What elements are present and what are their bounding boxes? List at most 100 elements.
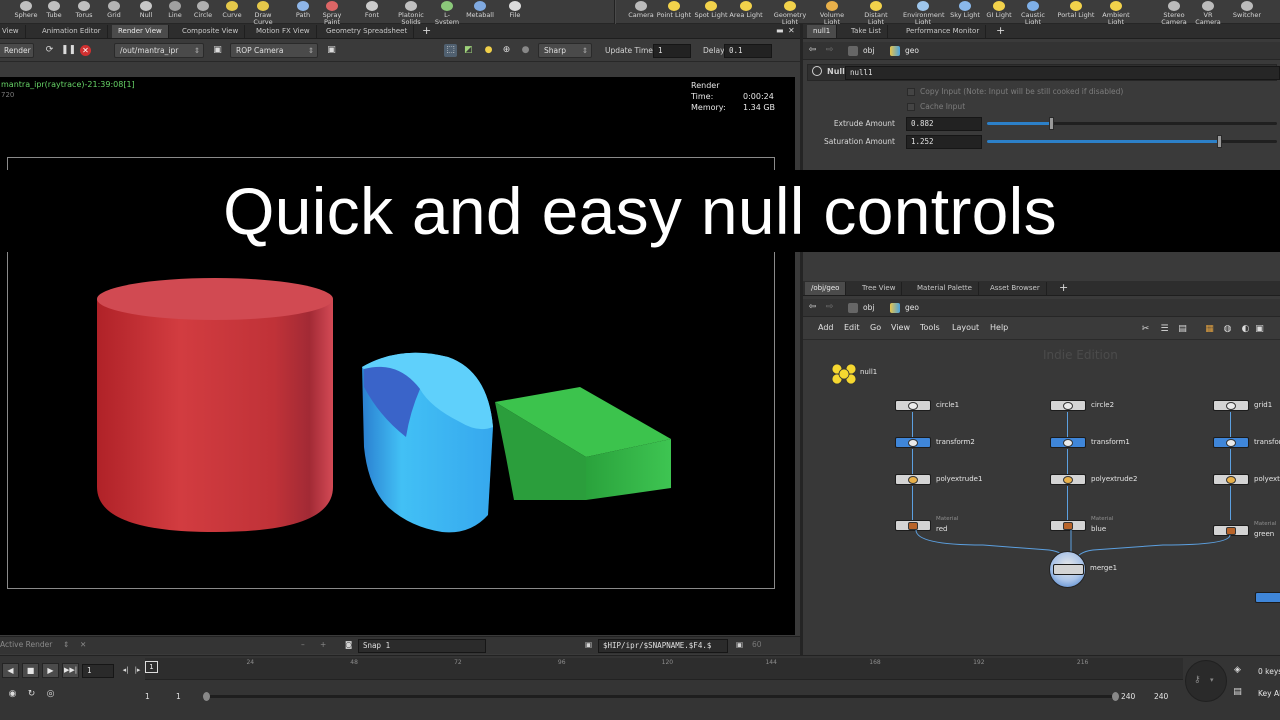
tools-icon[interactable]: ✂ [1139, 323, 1152, 336]
range-end-field[interactable]: 240 [1154, 690, 1168, 703]
stop-icon[interactable]: ■ [22, 663, 39, 678]
cache-input-checkbox[interactable] [907, 103, 915, 111]
refresh-icon[interactable]: ⟳ [43, 44, 56, 57]
render-viewport[interactable]: mantra_ipr(raytrace)-21:39:08[1] 720 Ren… [0, 77, 795, 635]
shelf-tool-caustic-light[interactable]: Caustic Light [1013, 0, 1053, 26]
shelf-tool-volume-light[interactable]: Volume Light [812, 0, 852, 26]
breadcrumb-geo[interactable]: geo [887, 301, 923, 315]
pick-camera-icon[interactable]: ▣ [325, 44, 338, 57]
menu-add[interactable]: Add [818, 320, 834, 336]
loop-icon[interactable]: ↻ [25, 688, 38, 701]
shelf-tool-path[interactable]: Path [289, 0, 317, 24]
snapshot-path-field[interactable]: $HIP/ipr/$SNAPNAME.$F4.$ [598, 639, 728, 653]
shelf-tool-vr-camera[interactable]: VR Camera [1191, 0, 1225, 26]
copy-input-checkbox[interactable] [907, 88, 915, 96]
extrude-amount-field[interactable]: 0.882 [906, 117, 982, 131]
shelf-tool-torus[interactable]: Torus [70, 0, 98, 24]
delay-field[interactable]: 0.1 [724, 44, 772, 58]
menu-help[interactable]: Help [990, 320, 1008, 336]
jump-end-icon[interactable]: ▶▶| [62, 663, 79, 678]
range-end-handle[interactable] [1112, 692, 1119, 701]
render-button[interactable]: Render [0, 43, 34, 58]
tab-animation-editor[interactable]: Animation Editor [36, 25, 108, 38]
shelf-tool-stereo-camera[interactable]: Stereo Camera [1154, 0, 1194, 26]
playhead[interactable]: 1 [145, 661, 158, 673]
network-options-icon[interactable]: ▣ [1253, 323, 1266, 336]
network-node[interactable] [1213, 525, 1249, 536]
tab-view[interactable]: View [0, 25, 26, 38]
play-reverse-icon[interactable]: ◀ [2, 663, 19, 678]
shelf-tool-null[interactable]: Null [132, 0, 160, 24]
shelf-tool-platonic[interactable]: Platonic Solids [394, 0, 428, 26]
network-node[interactable] [1213, 437, 1249, 448]
shelf-tool-gi-light[interactable]: GI Light [982, 0, 1016, 24]
menu-view[interactable]: View [891, 320, 910, 336]
zoom-icon[interactable]: ⊕ [500, 44, 513, 57]
shelf-tool-spot-light[interactable]: Spot Light [694, 0, 728, 24]
tab-take-list[interactable]: Take List [845, 25, 888, 38]
network-node[interactable] [895, 474, 931, 485]
pane-menu-icon[interactable]: ▬ [776, 24, 784, 38]
shelf-tool-portal-light[interactable]: Portal Light [1056, 0, 1096, 24]
tab-tree-view[interactable]: Tree View [856, 282, 903, 295]
region-render-icon[interactable]: ⬚ [444, 44, 457, 57]
network-node[interactable] [1050, 437, 1086, 448]
tab-geometry-spreadsheet[interactable]: Geometry Spreadsheet [320, 25, 415, 38]
slider-handle[interactable] [1217, 135, 1222, 148]
playback-start-field[interactable]: 1 [176, 690, 181, 703]
shelf-tool-area-light[interactable]: Area Light [729, 0, 763, 24]
snapshot-camera-icon[interactable]: ◙ [345, 638, 352, 652]
shelf-tool-file[interactable]: File [501, 0, 529, 24]
network-node[interactable] [1213, 474, 1249, 485]
snapshot-name-field[interactable]: Snap 1 [358, 639, 486, 653]
network-node[interactable] [895, 520, 931, 531]
close-render-icon[interactable]: ✕ [80, 638, 86, 652]
shelf-tool-distant-light[interactable]: Distant Light [856, 0, 896, 26]
back-arrow-icon[interactable]: ⇦ [806, 44, 819, 57]
shelf-tool-curve[interactable]: Curve [218, 0, 246, 24]
display-icon[interactable]: ◐ [1239, 323, 1252, 336]
breadcrumb-obj[interactable]: obj [845, 44, 878, 58]
output-driver-dropdown[interactable]: /out/mantra_ipr ⇕ [114, 43, 204, 58]
shelf-tool-draw-curve[interactable]: Draw Curve [246, 0, 280, 26]
null-node[interactable] [830, 363, 858, 385]
shelf-tool-sphere[interactable]: Sphere [12, 0, 40, 24]
shelf-tool-switcher[interactable]: Switcher [1230, 0, 1264, 24]
add-tab-icon[interactable]: + [996, 24, 1005, 38]
breadcrumb-geo[interactable]: geo [887, 44, 923, 58]
shelf-tool-metaball[interactable]: Metaball [466, 0, 494, 24]
merge-node[interactable] [1049, 551, 1086, 588]
save-snapshot-icon[interactable]: ▣ [585, 638, 592, 652]
offscreen-node[interactable] [1255, 592, 1280, 603]
range-slider[interactable] [203, 692, 1119, 701]
realtime-icon[interactable]: ◎ [44, 688, 57, 701]
timeline-ruler[interactable]: 1 24 48 72 96 120 144 168 192 216 [145, 658, 1183, 680]
keyframe-icon[interactable]: ◈ [1231, 664, 1244, 677]
frame-field[interactable]: 60 [752, 638, 762, 652]
tab-performance-monitor[interactable]: Performance Monitor [900, 25, 987, 38]
audio-icon[interactable]: ◉ [6, 688, 19, 701]
step-forward-icon[interactable]: |▸ [131, 664, 144, 677]
tab-composite-view[interactable]: Composite View [176, 25, 246, 38]
shelf-tool-sky-light[interactable]: Sky Light [948, 0, 982, 24]
update-time-field[interactable]: 1 [653, 44, 691, 58]
browse-icon[interactable]: ▣ [736, 638, 743, 652]
tab-obj-geo[interactable]: /obj/geo [805, 282, 847, 295]
pane-close-icon[interactable]: ✕ [788, 24, 795, 38]
network-node[interactable] [1050, 474, 1086, 485]
pause-icon[interactable]: ❚❚ [61, 44, 76, 57]
tab-asset-browser[interactable]: Asset Browser [984, 282, 1047, 295]
key-all-button[interactable]: Key All [1258, 687, 1280, 700]
range-start-handle[interactable] [203, 692, 210, 701]
stop-render-icon[interactable]: ✕ [80, 45, 91, 56]
shelf-tool-ambient-light[interactable]: Ambient Light [1096, 0, 1136, 26]
shelf-tool-line[interactable]: Line [161, 0, 189, 24]
key-dial[interactable]: ⚷ ▾ [1185, 660, 1227, 702]
shelf-tool-font[interactable]: Font [358, 0, 386, 24]
minus-icon[interactable]: – [301, 638, 305, 652]
shelf-tool-lsystem[interactable]: L-System [433, 0, 461, 26]
slider-handle[interactable] [1048, 117, 1054, 130]
sharpness-dropdown[interactable]: Sharp ⇕ [538, 43, 592, 58]
tab-material-palette[interactable]: Material Palette [911, 282, 979, 295]
shelf-tool-point-light[interactable]: Point Light [654, 0, 694, 24]
